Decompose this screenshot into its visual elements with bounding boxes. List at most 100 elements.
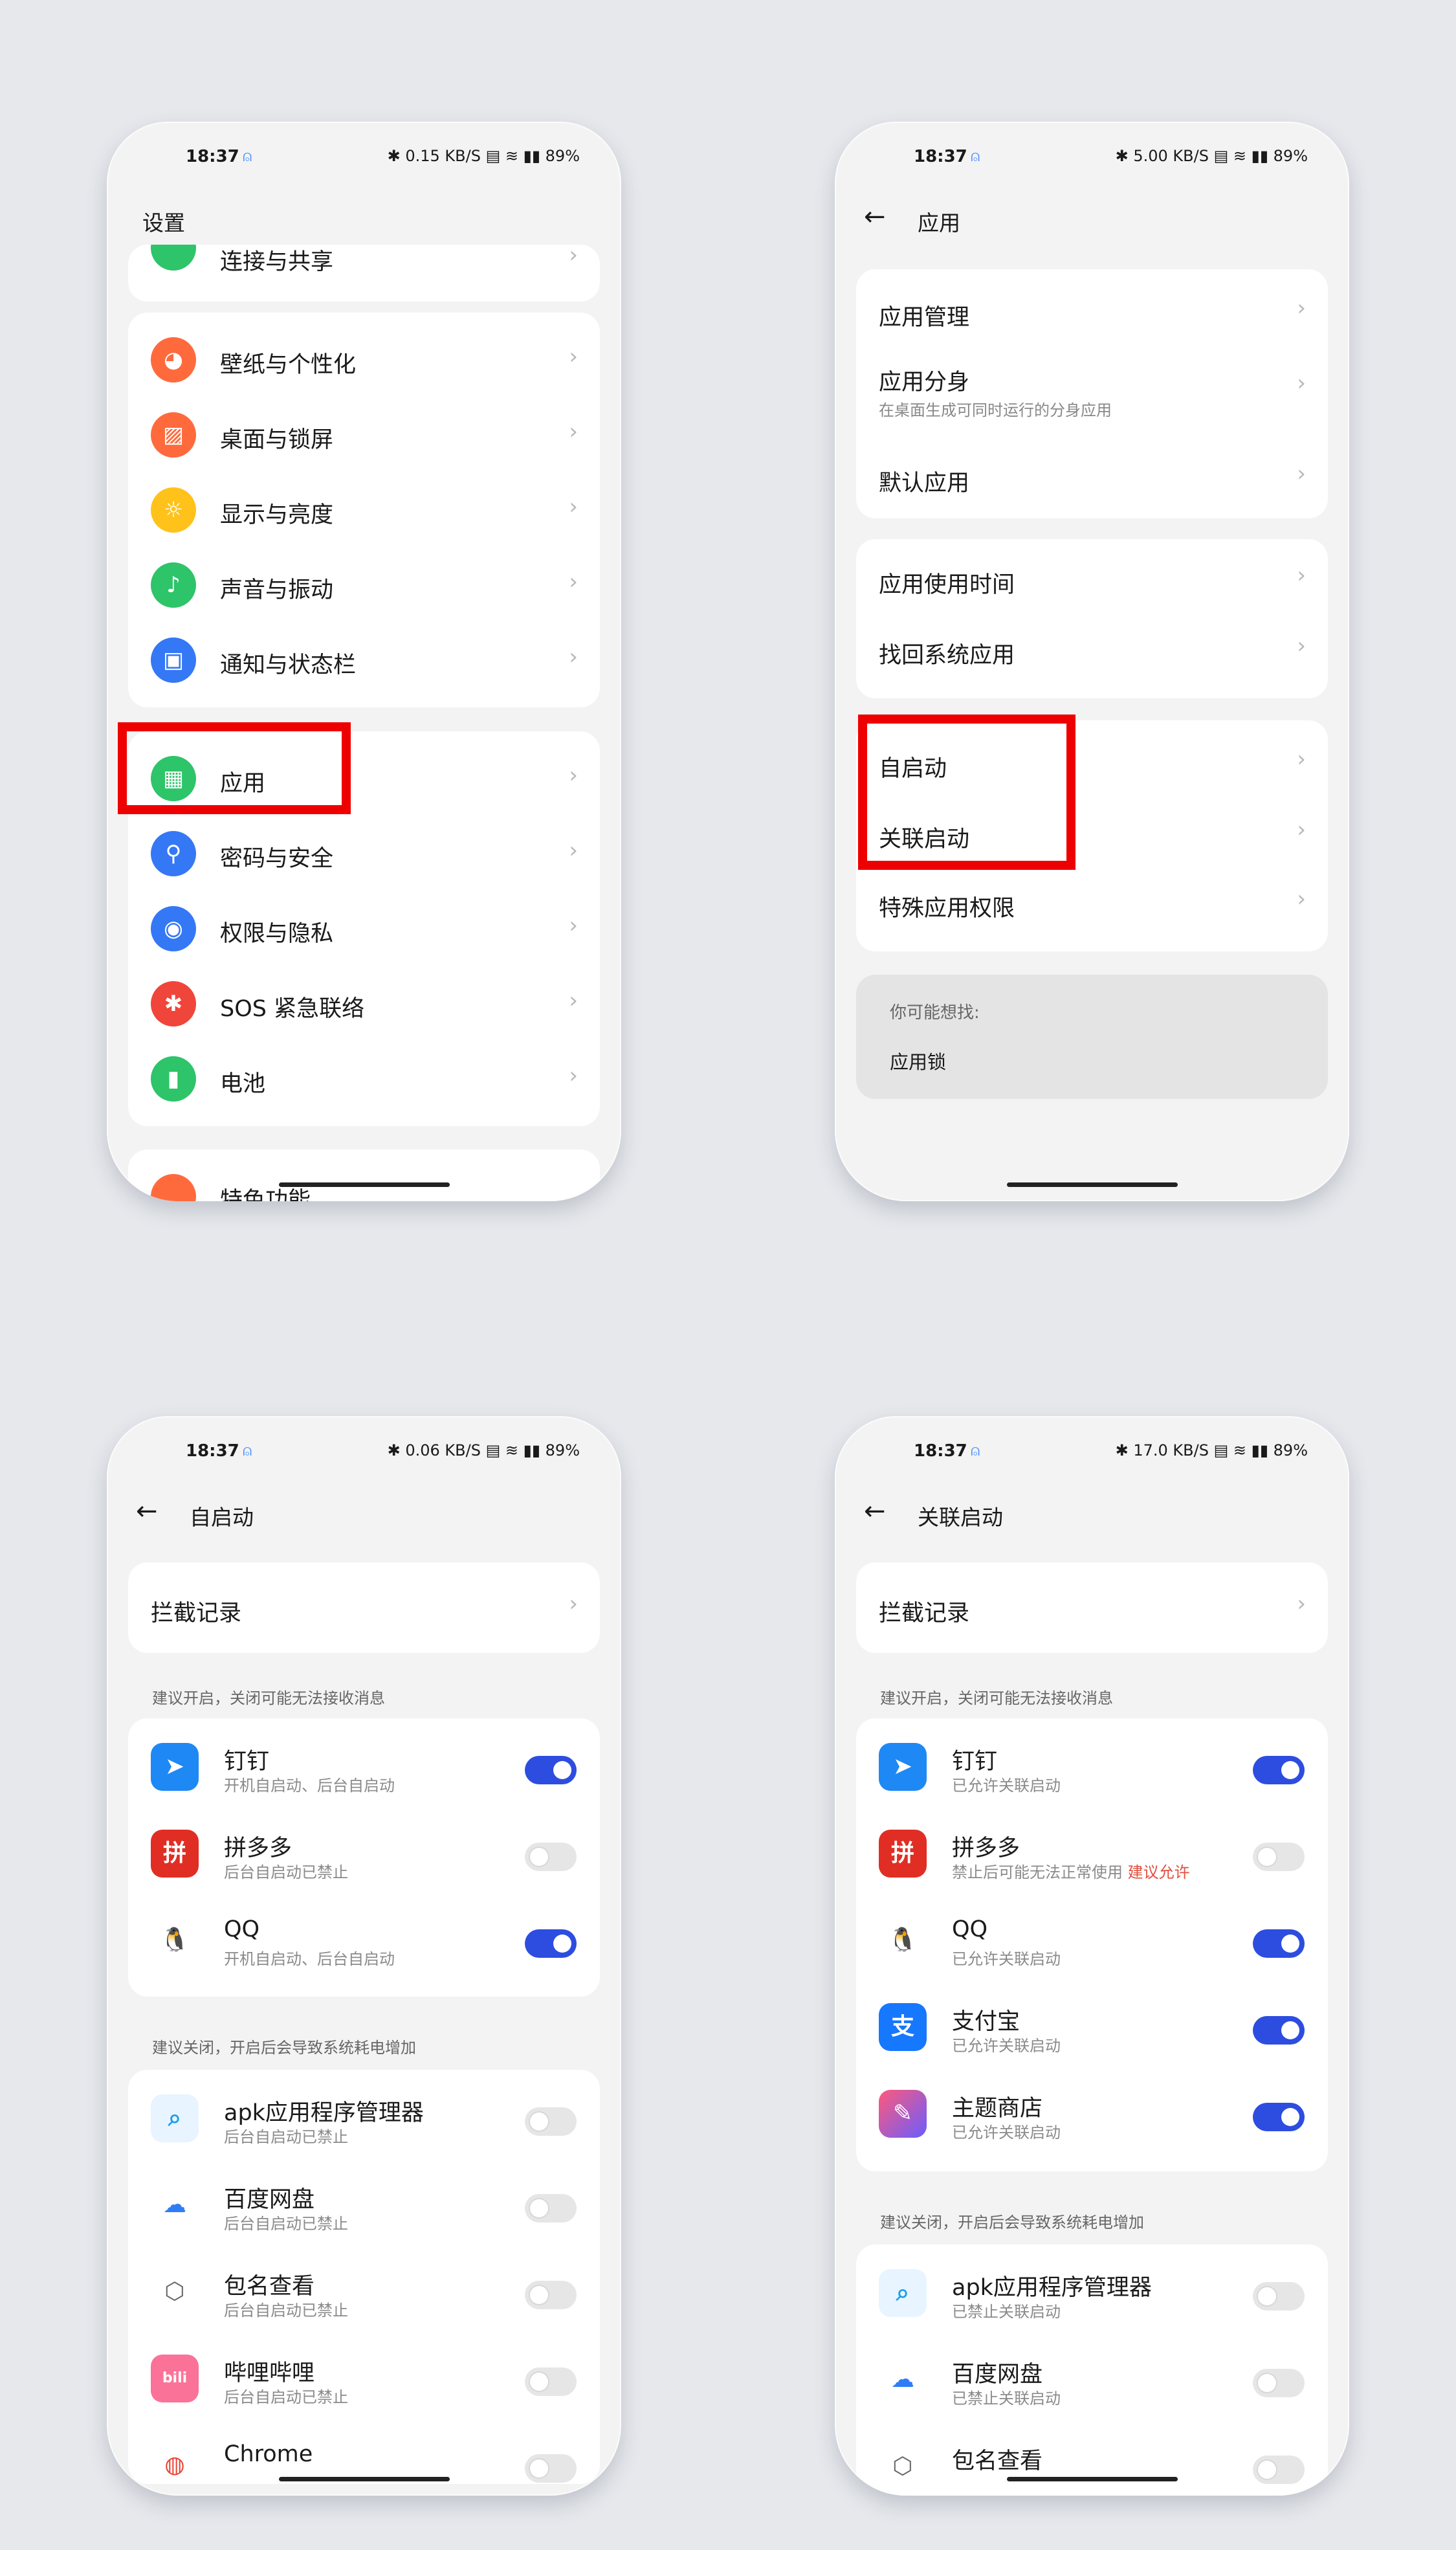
linked-start-toggle[interactable]: [1253, 2103, 1305, 2131]
suggestion-item-app-lock[interactable]: 应用锁: [890, 1047, 946, 1074]
menu-label: 电池: [220, 1071, 266, 1097]
app-row-pinduoduo: 拼 拼多多 后台自启动已禁止: [128, 1805, 600, 1892]
app-row-dingtalk: ➤ 钉钉 已允许关联启动: [856, 1718, 1328, 1805]
pinduoduo-icon: 拼: [151, 1830, 199, 1878]
menu-item-privacy[interactable]: ◉ 权限与隐私 ›: [128, 881, 600, 957]
section-header-recommend-on: 建议开启，关闭可能无法接收消息: [152, 1689, 385, 1707]
key-icon: ⚲: [151, 831, 196, 876]
baidu-netdisk-icon: ☁: [879, 2356, 927, 2404]
chevron-right-icon: ›: [569, 1591, 578, 1617]
chevron-right-icon: ›: [569, 1063, 578, 1089]
eye-lock-icon: ◉: [151, 906, 196, 951]
chevron-right-icon: ›: [1297, 817, 1306, 843]
intercept-record-card[interactable]: 拦截记录 ›: [128, 1562, 600, 1653]
menu-item-battery[interactable]: ▮ 电池 ›: [128, 1032, 600, 1107]
page-title: 应用: [918, 210, 960, 236]
menu-label: 应用管理: [879, 305, 970, 331]
palette-icon: ◕: [151, 337, 196, 382]
auto-start-toggle[interactable]: [525, 2107, 577, 2136]
dingtalk-icon: ➤: [151, 1743, 199, 1791]
page-header: ← 关联启动: [835, 1481, 1349, 1539]
app-row-dingtalk: ➤ 钉钉 开机自启动、后台自启动: [128, 1718, 600, 1805]
page-header: ← 自启动: [107, 1481, 621, 1539]
app-row-bilibili: bili 哔哩哔哩 后台自启动已禁止: [128, 2330, 600, 2417]
partial-card-bottom[interactable]: 特色功能: [128, 1149, 600, 1201]
auto-start-toggle[interactable]: [525, 2281, 577, 2309]
page-header: 设置: [107, 186, 621, 245]
section-header-recommend-off: 建议关闭，开启后会导致系统耗电增加: [880, 2213, 1144, 2232]
auto-start-toggle[interactable]: [525, 1756, 577, 1784]
chevron-right-icon: ›: [569, 344, 578, 370]
app-status: 后台自启动已禁止: [224, 2128, 348, 2146]
menu-item-sos[interactable]: ✱ SOS 紧急联络 ›: [128, 957, 600, 1032]
chevron-right-icon: ›: [1297, 886, 1306, 912]
baidu-netdisk-icon: ☁: [151, 2181, 199, 2229]
app-row-apk-manager: ⌕ apk应用程序管理器 已禁止关联启动: [856, 2245, 1328, 2331]
recommended-off-list: ⌕ apk应用程序管理器 后台自启动已禁止 ☁ 百度网盘 后台自启动已禁止 ⬡ …: [128, 2070, 600, 2484]
home-indicator[interactable]: [278, 1182, 450, 1187]
status-bar: 18:37 ⍝ ✱ 0.06 KB/S ▤ ≋ ▮▮ 89%: [107, 1432, 621, 1471]
battery-icon: ▮: [151, 1056, 196, 1102]
status-bar: 18:37 ⍝ ✱ 5.00 KB/S ▤ ≋ ▮▮ 89%: [835, 138, 1349, 177]
linked-start-toggle[interactable]: [1253, 2369, 1305, 2397]
menu-item-app-usage[interactable]: 应用使用时间 ›: [856, 539, 1328, 619]
menu-item-wallpaper[interactable]: ◕ 壁纸与个性化 ›: [128, 313, 600, 388]
menu-item-app-management[interactable]: 应用管理 ›: [856, 269, 1328, 348]
sun-icon: ☼: [151, 487, 196, 533]
linked-start-toggle[interactable]: [1253, 2282, 1305, 2311]
menu-label: 通知与状态栏: [220, 652, 357, 678]
app-name: QQ: [952, 1916, 988, 1942]
menu-item-sound[interactable]: ♪ 声音与振动 ›: [128, 538, 600, 613]
theme-store-icon: ✎: [879, 2090, 927, 2138]
linked-start-toggle[interactable]: [1253, 2016, 1305, 2045]
phone-settings: 18:37 ⍝ ✱ 0.15 KB/S ▤ ≋ ▮▮ 89% 设置 连接与共享 …: [107, 122, 621, 1201]
menu-label: 应用分身: [879, 370, 970, 395]
intercept-record-card[interactable]: 拦截记录 ›: [856, 1562, 1328, 1653]
linked-start-toggle[interactable]: [1253, 2456, 1305, 2484]
package-box-icon: ⬡: [879, 2443, 927, 2490]
auto-start-toggle[interactable]: [525, 2194, 577, 2223]
menu-item-app-clone[interactable]: 应用分身 在桌面生成可同时运行的分身应用 ›: [856, 348, 1328, 439]
menu-label: 声音与振动: [220, 577, 334, 603]
menu-item-recover-system-apps[interactable]: 找回系统应用 ›: [856, 619, 1328, 698]
menu-item-default-apps[interactable]: 默认应用 ›: [856, 439, 1328, 518]
linked-start-toggle[interactable]: [1253, 1756, 1305, 1784]
app-name: 钉钉: [224, 1749, 270, 1775]
home-indicator[interactable]: [278, 2477, 450, 2481]
back-arrow-icon[interactable]: ←: [864, 1496, 886, 1526]
auto-start-toggle[interactable]: [525, 2454, 577, 2483]
menu-item-password[interactable]: ⚲ 密码与安全 ›: [128, 806, 600, 881]
app-row-qq: 🐧 QQ 已允许关联启动: [856, 1892, 1328, 1979]
asterisk-icon: ✱: [151, 981, 196, 1026]
auto-start-toggle[interactable]: [525, 1929, 577, 1958]
battery-level: 89%: [1273, 147, 1308, 165]
notification-bell-icon: ⍝: [243, 147, 252, 165]
page-header: ← 应用: [835, 186, 1349, 245]
menu-label: 密码与安全: [220, 846, 334, 872]
app-status-text: 禁止后可能无法正常使用: [952, 1863, 1123, 1881]
linked-start-toggle[interactable]: [1253, 1929, 1305, 1958]
app-status: 禁止后可能无法正常使用 建议允许: [952, 1859, 1190, 1882]
battery-level: 89%: [545, 1441, 580, 1459]
app-name: 拼多多: [224, 1835, 292, 1861]
chevron-right-icon: ›: [1297, 295, 1306, 321]
back-arrow-icon[interactable]: ←: [864, 202, 886, 232]
status-right: ✱ 17.0 KB/S ▤ ≋ ▮▮ 89%: [1115, 1441, 1308, 1459]
auto-start-toggle[interactable]: [525, 1843, 577, 1871]
home-indicator[interactable]: [1006, 2477, 1178, 2481]
app-status: 开机自启动、后台自启动: [224, 1950, 395, 1968]
app-row-theme-store: ✎ 主题商店 已允许关联启动: [856, 2065, 1328, 2152]
menu-item-desktop[interactable]: ▨ 桌面与锁屏 ›: [128, 388, 600, 463]
image-icon: ▨: [151, 412, 196, 458]
menu-item-display[interactable]: ☼ 显示与亮度 ›: [128, 463, 600, 538]
menu-item-special-permissions[interactable]: 特殊应用权限 ›: [856, 874, 1328, 951]
menu-item-notification[interactable]: ▣ 通知与状态栏 ›: [128, 613, 600, 688]
home-indicator[interactable]: [1006, 1182, 1178, 1187]
auto-start-toggle[interactable]: [525, 2367, 577, 2396]
linked-start-toggle[interactable]: [1253, 1843, 1305, 1871]
back-arrow-icon[interactable]: ←: [136, 1496, 158, 1526]
partial-card-top[interactable]: 连接与共享 ›: [128, 245, 600, 302]
allow-suggestion-link[interactable]: 建议允许: [1128, 1863, 1190, 1881]
app-row-baidu-netdisk: ☁ 百度网盘 已禁止关联启动: [856, 2331, 1328, 2418]
apps-group-1: 应用管理 › 应用分身 在桌面生成可同时运行的分身应用 › 默认应用 ›: [856, 269, 1328, 518]
